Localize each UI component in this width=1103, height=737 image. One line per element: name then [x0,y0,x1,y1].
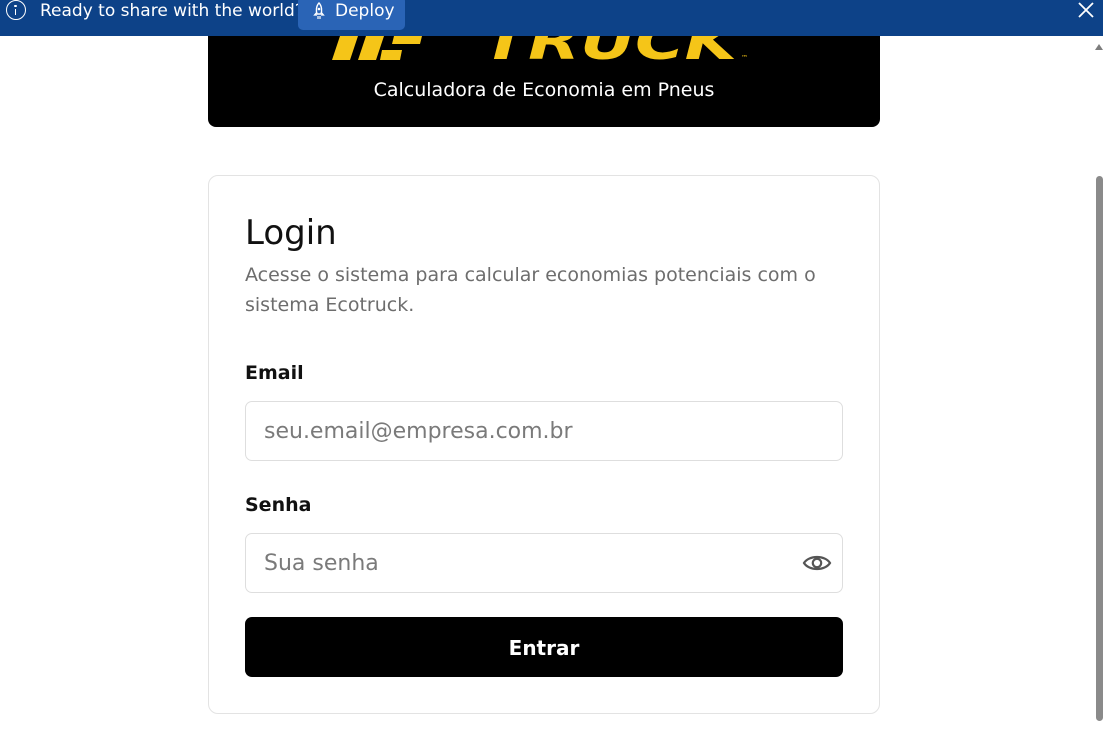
deploy-banner: Ready to share with the world? Deploy [0,0,1103,36]
svg-text:TRUCK: TRUCK [482,36,742,66]
deploy-button-label: Deploy [335,1,395,21]
login-title: Login [245,213,337,253]
login-submit-button[interactable]: Entrar [245,617,843,677]
app-subtitle: Calculadora de Economia em Pneus [373,79,715,101]
svg-text:™: ™ [741,54,748,62]
login-description: Acesse o sistema para calcular economias… [245,264,816,316]
scrollbar-thumb[interactable] [1096,176,1103,721]
banner-message: Ready to share with the world? [40,1,304,21]
rocket-icon [313,2,325,19]
password-label: Senha [245,494,312,516]
header-card: TRUCK ™ Calculadora de Economia em Pneus [208,36,880,127]
brand-logo: TRUCK ™ [332,36,748,66]
email-label: Email [245,362,304,384]
eye-icon[interactable] [802,552,832,574]
password-field[interactable] [264,534,784,592]
login-card: Login Acesse o sistema para calcular eco… [208,175,880,714]
info-icon [6,0,26,20]
scroll-up-arrow-icon[interactable] [1095,44,1103,50]
password-field-box[interactable] [245,533,843,593]
email-field[interactable] [264,402,784,460]
deploy-button[interactable]: Deploy [298,0,405,30]
email-field-box[interactable] [245,401,843,461]
close-icon[interactable] [1077,1,1095,19]
